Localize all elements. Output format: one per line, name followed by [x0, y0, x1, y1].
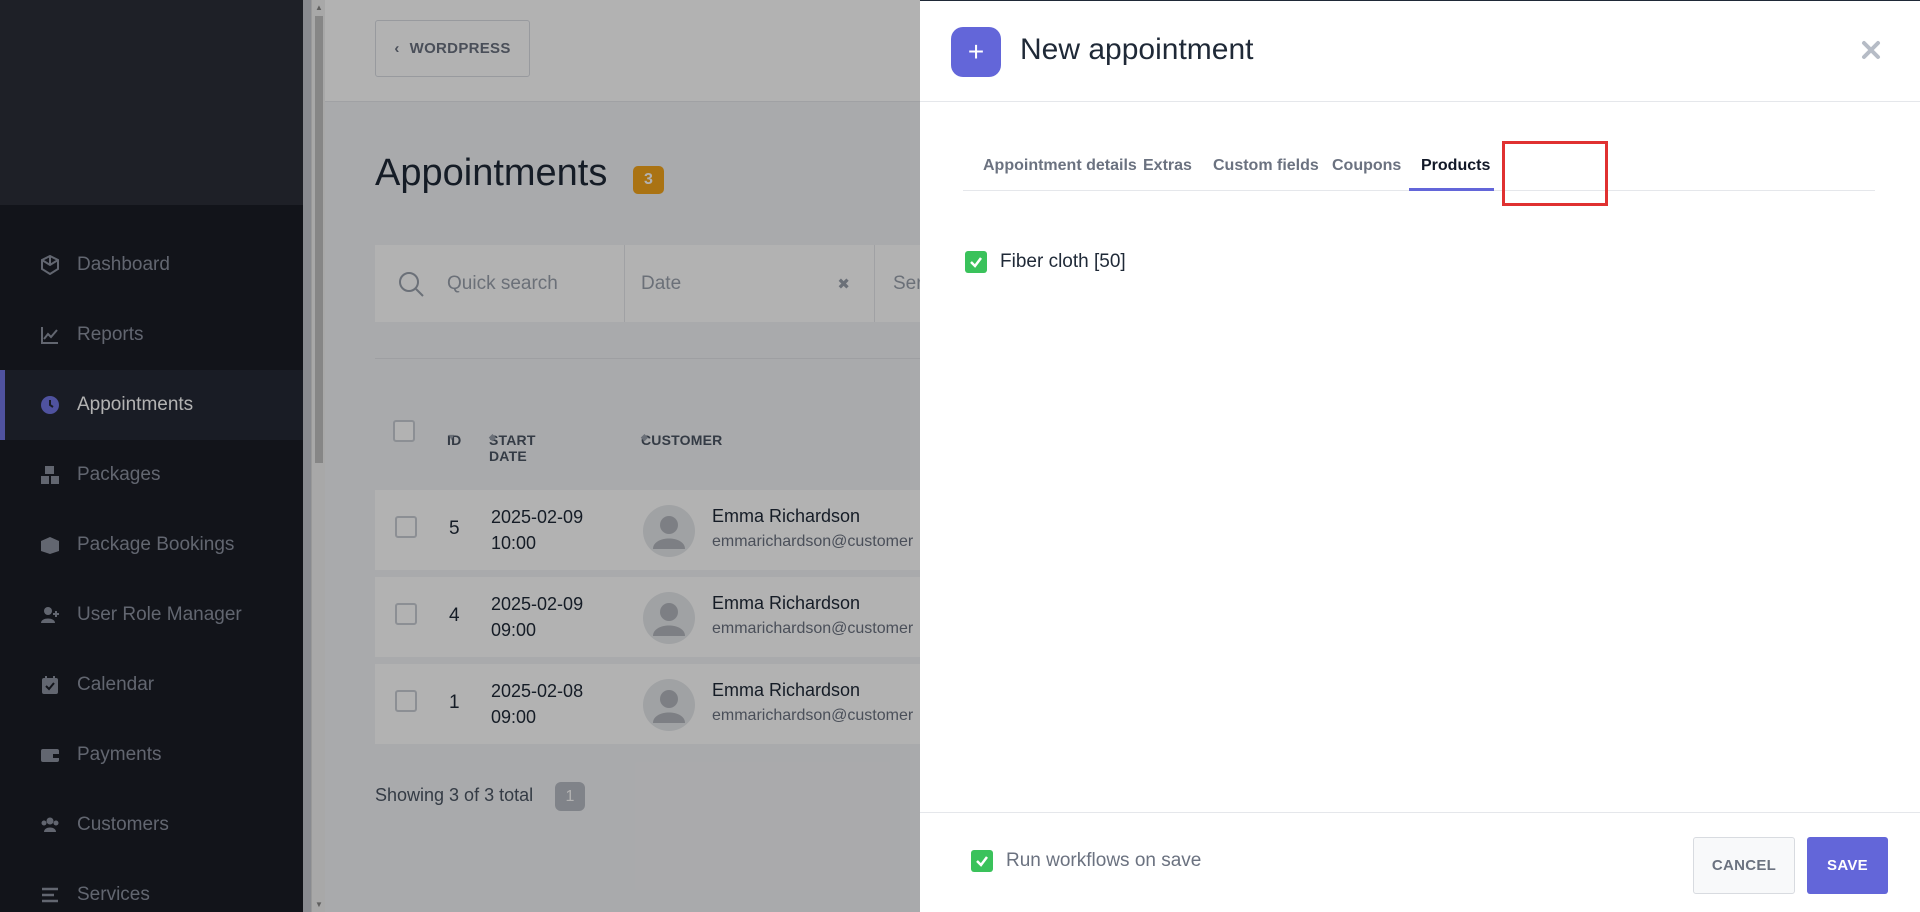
tab-extras[interactable]: Extras — [1143, 157, 1192, 175]
tab-products[interactable]: Products — [1421, 157, 1490, 175]
drawer-header: + New appointment — [920, 1, 1920, 102]
tab-coupons[interactable]: Coupons — [1332, 157, 1401, 175]
run-workflows-option[interactable]: Run workflows on save — [971, 850, 1201, 872]
plus-icon: + — [951, 27, 1001, 77]
checkmark-icon — [970, 257, 982, 268]
drawer-footer: Run workflows on save CANCEL SAVE — [920, 812, 1920, 912]
tab-custom-fields[interactable]: Custom fields — [1213, 157, 1319, 175]
drawer-tabs: Appointment details Extras Custom fields… — [963, 147, 1875, 191]
tab-appointment-details[interactable]: Appointment details — [983, 157, 1137, 175]
save-button[interactable]: SAVE — [1807, 837, 1888, 894]
close-icon — [1862, 41, 1880, 59]
run-workflows-label: Run workflows on save — [1006, 850, 1202, 871]
products-tab-highlight — [1502, 141, 1608, 206]
active-tab-indicator — [1409, 188, 1494, 191]
run-workflows-checkbox[interactable] — [971, 850, 993, 872]
product-option[interactable]: Fiber cloth [50] — [965, 251, 1126, 273]
product-checkbox[interactable] — [965, 251, 987, 273]
product-label: Fiber cloth [50] — [1000, 251, 1126, 272]
close-button[interactable] — [1858, 37, 1884, 63]
checkmark-icon — [976, 856, 988, 867]
cancel-button[interactable]: CANCEL — [1693, 837, 1795, 894]
new-appointment-drawer: + New appointment Appointment details Ex… — [920, 0, 1920, 912]
modal-backdrop[interactable] — [0, 0, 920, 912]
drawer-title: New appointment — [1020, 33, 1254, 66]
